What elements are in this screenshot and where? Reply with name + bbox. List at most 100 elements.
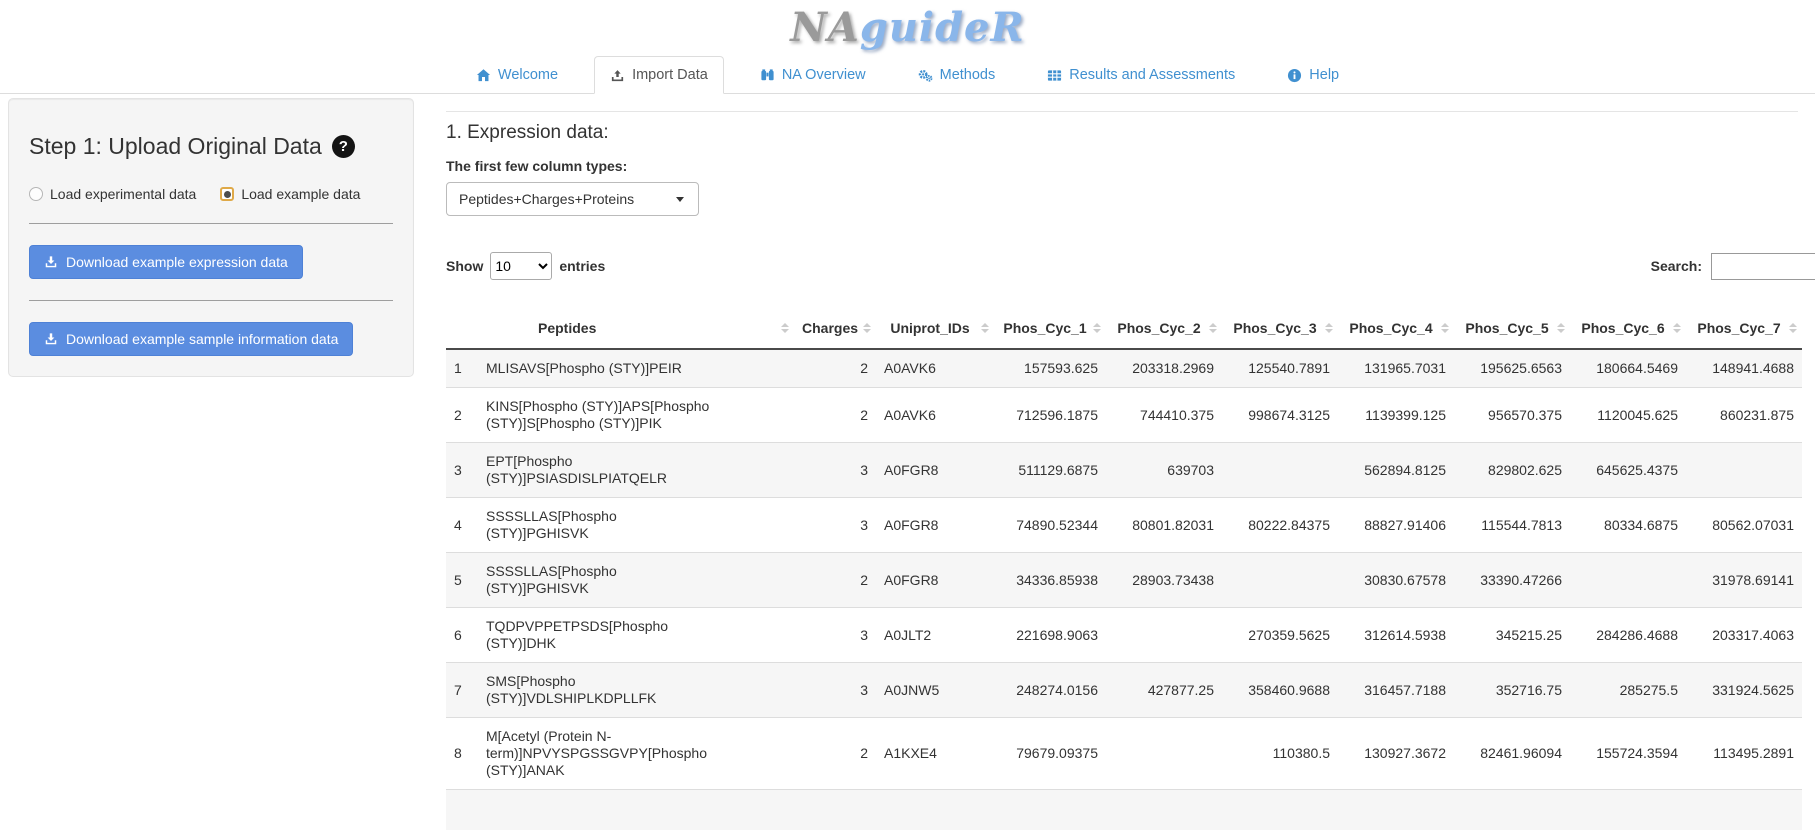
tab-results-and-assessments[interactable]: Results and Assessments [1031, 56, 1251, 94]
sort-icon [1441, 323, 1449, 333]
row-number: 5 [446, 553, 478, 608]
cell-uniprot-id: A0FGR8 [876, 443, 994, 498]
cell-intensity [1222, 553, 1338, 608]
cell-peptide: TQDPVPPETPSDS[Phospho (STY)]DHK [478, 608, 794, 663]
sort-icon [981, 323, 989, 333]
row-number: 2 [446, 388, 478, 443]
cell-intensity: 88827.91406 [1338, 498, 1454, 553]
table-row: 1MLISAVS[Phospho (STY)]PEIR2A0AVK6157593… [446, 349, 1802, 388]
cell-intensity: 203318.2969 [1106, 349, 1222, 388]
cell-intensity: 270359.5625 [1222, 608, 1338, 663]
logo-part-na: NA [790, 4, 860, 51]
col-header-phos-cyc-5[interactable]: Phos_Cyc_5 [1454, 308, 1570, 349]
col-header-rownum [446, 308, 478, 349]
col-header-label: Phos_Cyc_4 [1349, 320, 1432, 336]
radio-checked-icon[interactable] [220, 187, 234, 201]
nav-tabs: Welcome Import Data NA Overview Methods Resu… [0, 52, 1815, 94]
row-number: 1 [446, 349, 478, 388]
table-row: 6TQDPVPPETPSDS[Phospho (STY)]DHK3A0JLT22… [446, 608, 1802, 663]
panel-title: Step 1: Upload Original Data ? [29, 133, 393, 160]
col-header-phos-cyc-4[interactable]: Phos_Cyc_4 [1338, 308, 1454, 349]
row-number: 6 [446, 608, 478, 663]
search-label: Search: [1651, 258, 1702, 274]
col-header-label: Phos_Cyc_6 [1581, 320, 1664, 336]
download-example-expression-data-button[interactable]: Download example expression data [29, 245, 303, 279]
tab-help[interactable]: Help [1271, 56, 1355, 94]
tab-welcome[interactable]: Welcome [460, 56, 574, 94]
cell-intensity [1106, 718, 1222, 790]
col-header-label: Phos_Cyc_7 [1697, 320, 1780, 336]
col-header-phos-cyc-7[interactable]: Phos_Cyc_7 [1686, 308, 1802, 349]
data-source-radio-group: Load experimental data Load example data [29, 186, 393, 202]
cell-intensity: 316457.7188 [1338, 663, 1454, 718]
cell-intensity: 639703 [1106, 443, 1222, 498]
divider [446, 111, 1798, 112]
col-header-peptides[interactable]: Peptides [478, 308, 794, 349]
table-icon [1047, 68, 1062, 83]
sort-icon [863, 323, 871, 333]
tab-methods[interactable]: Methods [902, 56, 1012, 94]
cell-intensity: 712596.1875 [994, 388, 1106, 443]
cell-intensity: 33390.47266 [1454, 553, 1570, 608]
cell-intensity: 511129.6875 [994, 443, 1106, 498]
download-example-sample-information-data-button[interactable]: Download example sample information data [29, 322, 353, 356]
col-header-uniprot-ids[interactable]: Uniprot_IDs [876, 308, 994, 349]
tab-import-data[interactable]: Import Data [594, 56, 724, 94]
table-header-row: PeptidesCharges Uniprot_IDs Phos_Cyc_1 Phos… [446, 308, 1802, 349]
col-header-label: Phos_Cyc_3 [1233, 320, 1316, 336]
cell-uniprot-id: A0FGR8 [876, 553, 994, 608]
radio-load-experimental-data[interactable]: Load experimental data [29, 186, 196, 202]
cell-intensity: 312614.5938 [1338, 608, 1454, 663]
column-types-label: The first few column types: [446, 158, 1815, 174]
cell-uniprot-id: A0JNW5 [876, 663, 994, 718]
sort-icon [1093, 323, 1101, 333]
radio-unchecked-icon[interactable] [29, 187, 43, 201]
cell-intensity [1106, 608, 1222, 663]
button-label: Download example expression data [66, 254, 288, 270]
cell-uniprot-id: A0AVK6 [876, 388, 994, 443]
cell-charge: 2 [794, 349, 876, 388]
datatable-toolbar: Show 10 entries Search: [446, 252, 1815, 280]
page-length-select[interactable]: 10 [490, 252, 552, 280]
row-number: 7 [446, 663, 478, 718]
download-icon [44, 255, 58, 269]
table-row: 4SSSSLLAS[Phospho (STY)]PGHISVK3A0FGR874… [446, 498, 1802, 553]
row-number: 3 [446, 443, 478, 498]
col-header-label: Phos_Cyc_1 [1003, 320, 1086, 336]
cell-peptide: SSSSLLAS[Phospho (STY)]PGHISVK [478, 498, 794, 553]
cell-charge: 3 [794, 443, 876, 498]
sort-icon [1325, 323, 1333, 333]
col-header-phos-cyc-1[interactable]: Phos_Cyc_1 [994, 308, 1106, 349]
col-header-charges[interactable]: Charges [794, 308, 876, 349]
sort-icon [1557, 323, 1565, 333]
page-length-control: Show 10 entries [446, 252, 605, 280]
home-icon [476, 68, 491, 83]
col-header-label: Uniprot_IDs [890, 320, 969, 336]
help-question-icon[interactable]: ? [332, 135, 355, 158]
cell-peptide: SSSSLLAS[Phospho (STY)]PGHISVK [478, 553, 794, 608]
cell-peptide: MLISAVS[Phospho (STY)]PEIR [478, 349, 794, 388]
search-input[interactable] [1711, 253, 1815, 280]
cell-charge: 3 [794, 663, 876, 718]
cell-intensity: 131965.7031 [1338, 349, 1454, 388]
tab-na-overview[interactable]: NA Overview [744, 56, 882, 94]
cell-intensity: 1139399.125 [1338, 388, 1454, 443]
radio-load-example-data[interactable]: Load example data [220, 186, 360, 202]
col-header-phos-cyc-2[interactable]: Phos_Cyc_2 [1106, 308, 1222, 349]
cell-peptide: M[Acetyl (Protein N-term)]NPVYSPGSSGVPY[… [478, 718, 794, 790]
col-header-phos-cyc-6[interactable]: Phos_Cyc_6 [1570, 308, 1686, 349]
entries-label: entries [559, 258, 605, 274]
cell-intensity: 148941.4688 [1686, 349, 1802, 388]
column-types-select[interactable]: Peptides+Charges+Proteins [446, 182, 699, 216]
app-header: NAguideR [0, 0, 1815, 52]
cell-intensity [1686, 443, 1802, 498]
col-header-phos-cyc-3[interactable]: Phos_Cyc_3 [1222, 308, 1338, 349]
cell-charge: 3 [794, 498, 876, 553]
col-header-label: Phos_Cyc_2 [1117, 320, 1200, 336]
cell-uniprot-id: A1KXE4 [876, 718, 994, 790]
binoculars-icon [760, 68, 775, 83]
cell-intensity: 30830.67578 [1338, 553, 1454, 608]
cell-charge: 3 [794, 608, 876, 663]
cell-intensity: 34336.85938 [994, 553, 1106, 608]
download-icon [44, 332, 58, 346]
